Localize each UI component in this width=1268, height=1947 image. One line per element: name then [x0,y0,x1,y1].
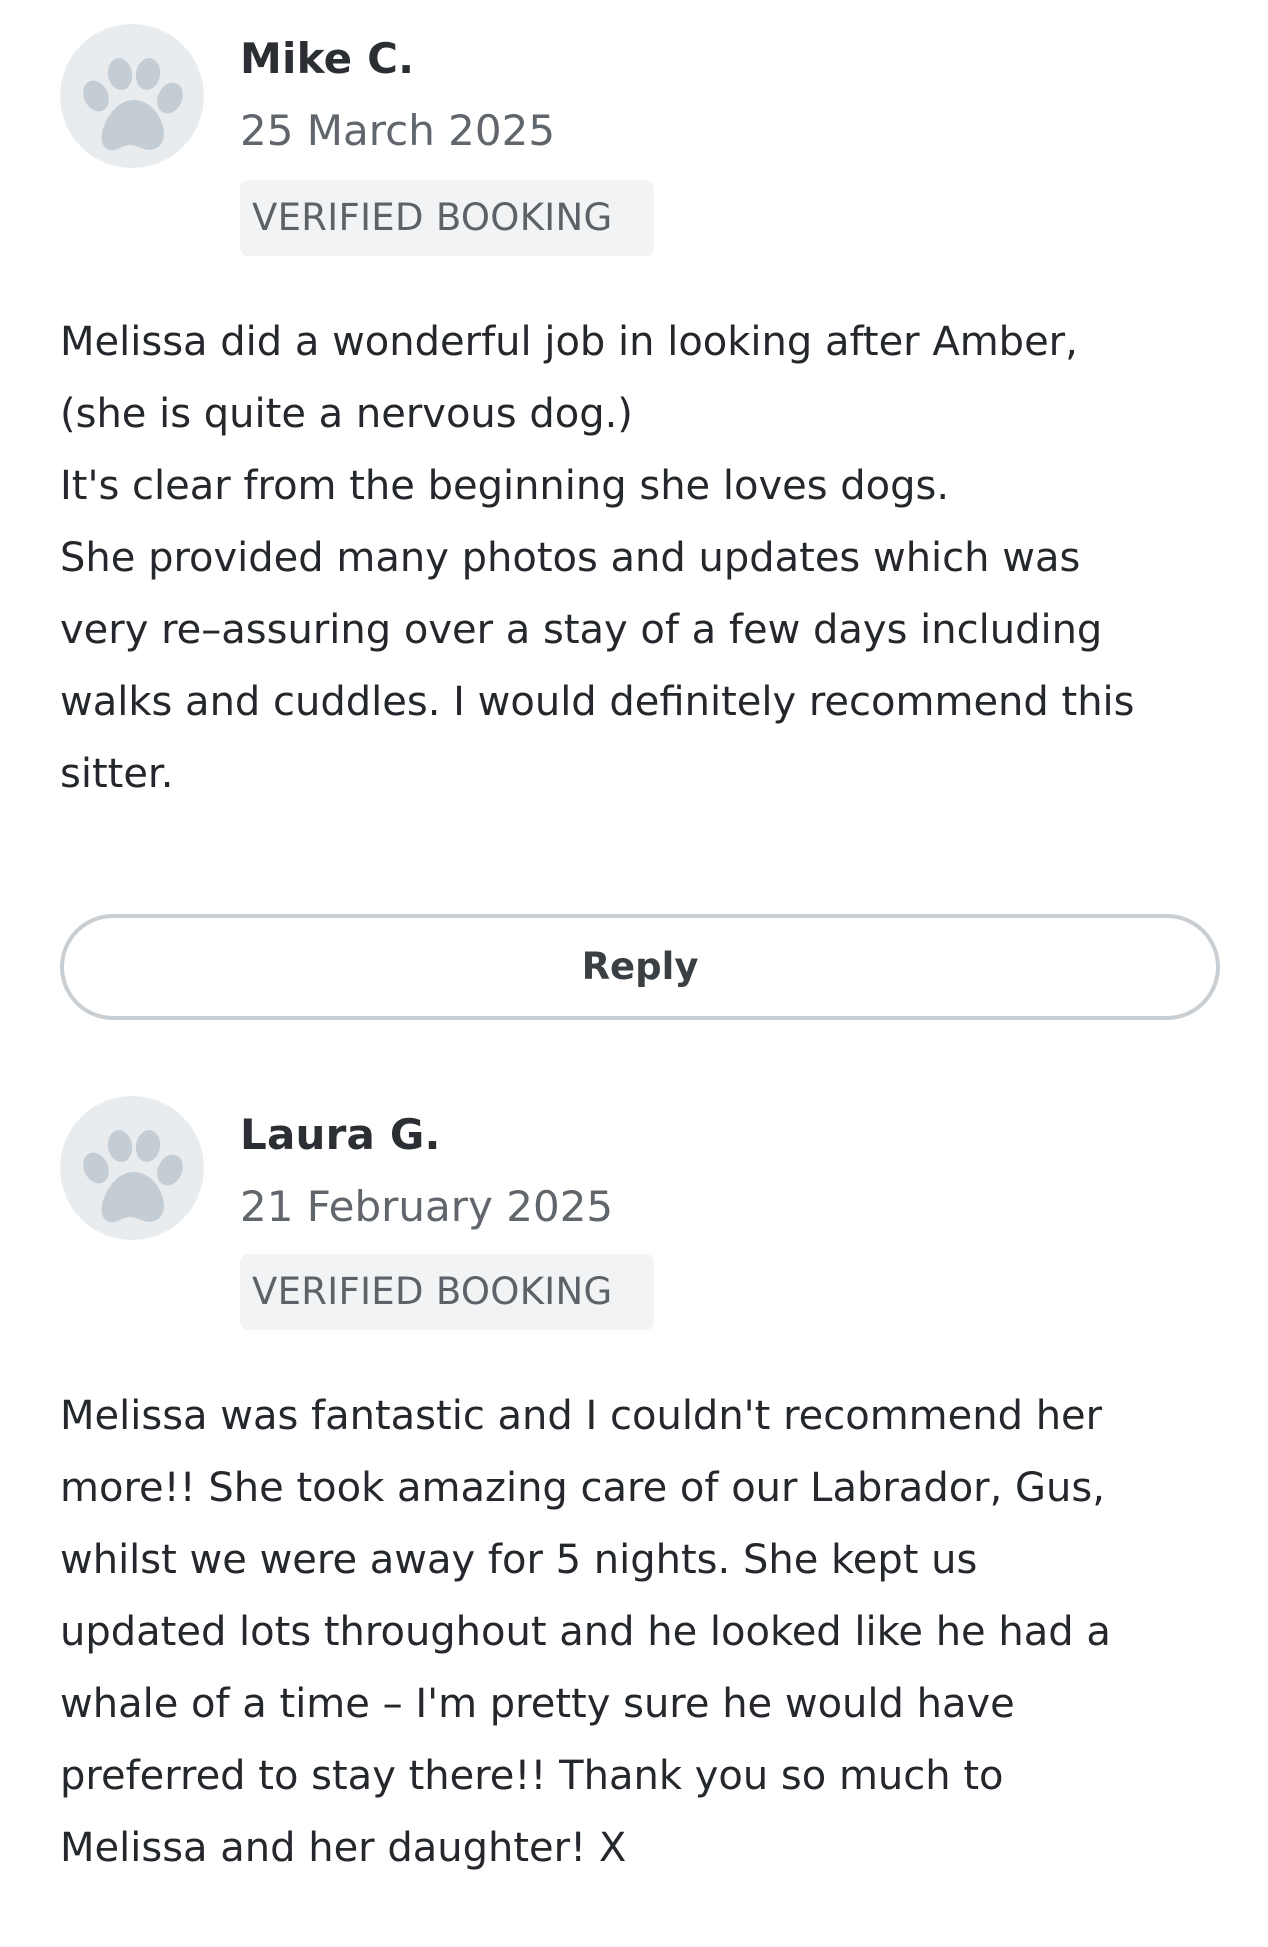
verified-booking-badge: VERIFIED BOOKING [240,180,654,256]
review-date: 21 February 2025 [240,1182,614,1231]
paw-icon [83,58,183,151]
review-date: 25 March 2025 [240,106,556,155]
reviewer-avatar[interactable] [60,24,204,168]
reviewer-avatar[interactable] [60,1096,204,1240]
review-text: Melissa was fantastic and I couldn't rec… [60,1393,1111,1871]
reviewer-name: Laura G. [240,1110,441,1159]
paw-icon [83,1130,183,1223]
review-text: Melissa did a wonderful job in looking a… [60,319,1135,797]
verified-booking-badge: VERIFIED BOOKING [240,1254,654,1330]
reply-button[interactable]: Reply [60,914,1220,1020]
reviewer-name: Mike C. [240,34,415,83]
